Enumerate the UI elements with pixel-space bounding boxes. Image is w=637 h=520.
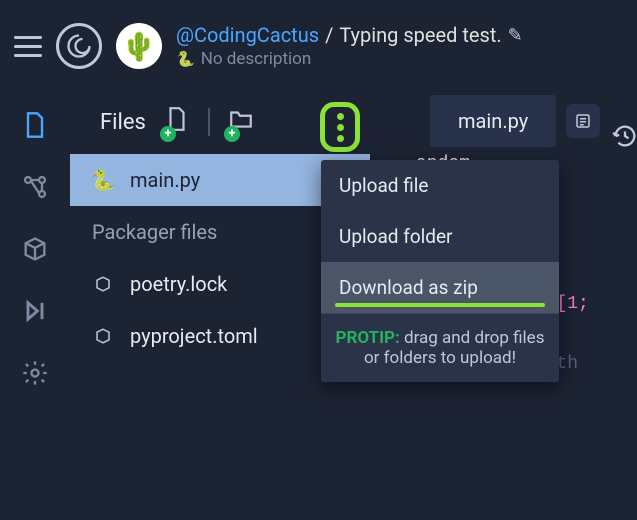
replit-logo[interactable] — [56, 23, 102, 69]
files-label: Files — [100, 110, 146, 135]
edit-icon[interactable]: ✎ — [508, 25, 523, 46]
divider — [208, 108, 210, 136]
annotation-underline — [335, 303, 545, 307]
sidebar-item-packages[interactable] — [18, 232, 52, 266]
file-name: pyproject.toml — [130, 324, 258, 348]
title-block: @CodingCactus / Typing speed test. ✎ 🐍 N… — [176, 23, 523, 69]
sidebar-item-settings[interactable] — [18, 356, 52, 390]
hamburger-menu[interactable] — [14, 36, 42, 57]
left-sidebar — [0, 92, 70, 520]
kebab-menu-button[interactable] — [320, 102, 360, 152]
cube-icon — [92, 275, 114, 293]
files-dropdown: Upload file Upload folder Download as zi… — [321, 160, 559, 382]
sidebar-item-debugger[interactable] — [18, 294, 52, 328]
plus-icon: + — [160, 126, 176, 142]
dropdown-upload-folder[interactable]: Upload folder — [321, 211, 559, 262]
description: No description — [201, 49, 312, 69]
dropdown-upload-file[interactable]: Upload file — [321, 160, 559, 211]
plus-icon: + — [224, 126, 240, 142]
python-icon: 🐍 — [92, 168, 114, 192]
tab-mainpy[interactable]: main.py — [430, 95, 556, 147]
username[interactable]: @CodingCactus — [176, 23, 319, 47]
cube-icon — [92, 327, 114, 345]
markdown-preview-button[interactable] — [566, 104, 600, 138]
file-name: main.py — [130, 168, 200, 192]
project-name[interactable]: Typing speed test. — [339, 23, 501, 47]
avatar[interactable]: 🌵 — [116, 23, 162, 69]
protip-label: PROTIP: — [336, 328, 400, 348]
python-icon: 🐍 — [176, 50, 195, 68]
dropdown-tip: PROTIP: drag and drop files or folders t… — [321, 313, 559, 382]
dropdown-item-label: Download as zip — [339, 276, 478, 299]
dropdown-download-zip[interactable]: Download as zip — [321, 262, 559, 313]
topbar: 🌵 @CodingCactus / Typing speed test. ✎ 🐍… — [0, 0, 637, 92]
history-button[interactable] — [607, 118, 637, 154]
add-folder-button[interactable]: + — [228, 106, 254, 138]
sidebar-item-version-control[interactable] — [18, 170, 52, 204]
file-name: poetry.lock — [130, 272, 227, 296]
project-sep: / — [325, 23, 333, 47]
add-file-button[interactable]: + — [164, 106, 190, 138]
sidebar-item-files[interactable] — [18, 108, 52, 142]
tab-row: main.py — [370, 92, 637, 150]
